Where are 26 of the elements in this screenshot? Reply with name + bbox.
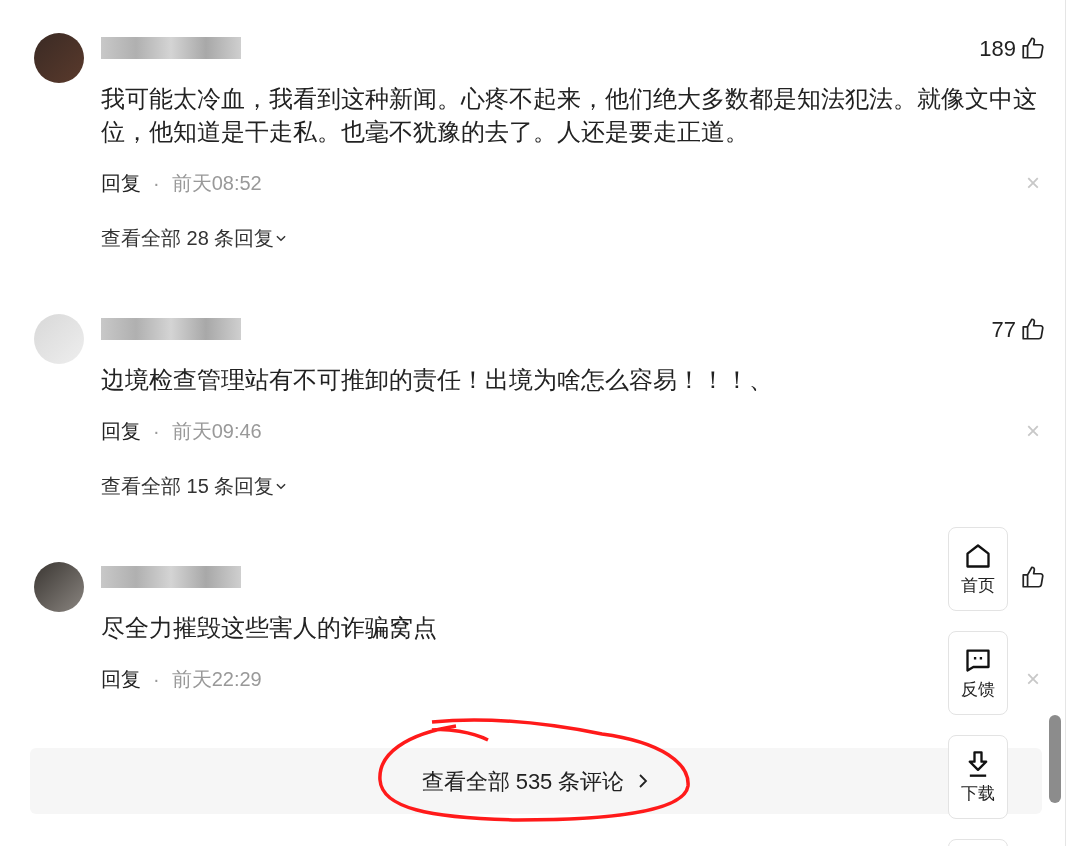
side-button[interactable]: 首页 [948,527,1008,611]
view-replies-link[interactable]: 查看全部 28 条回复 [101,223,1046,253]
view-replies-link[interactable]: 查看全部 15 条回复 [101,471,1046,501]
separator-dot: · [153,667,160,692]
thumbs-up-icon[interactable] [1020,316,1046,342]
comment-time: 前天22:29 [171,667,262,692]
comment-text: 边境检查管理站有不可推卸的责任！出境为啥怎么容易！！！、 [101,366,774,395]
thumbs-up-icon[interactable] [1020,35,1046,61]
comment-time: 前天08:52 [171,171,262,196]
side-button[interactable]: 下载 [948,735,1008,819]
avatar[interactable] [34,562,84,612]
side-button[interactable]: 反馈 [948,631,1008,715]
reply-link[interactable]: 回复 [101,416,141,446]
comment-text: 尽全力摧毁这些害人的诈骗窝点 [101,614,438,643]
thumbs-up-icon[interactable] [1020,564,1046,590]
like-count: 77 [991,315,1016,344]
reply-link[interactable]: 回复 [101,664,141,694]
separator-dot: · [153,171,160,196]
scrollbar-thumb[interactable] [1049,715,1061,803]
like-count: 189 [979,34,1016,63]
separator-dot: · [153,419,160,444]
comment-time: 前天09:46 [171,419,262,444]
comment-text: 我可能太冷血，我看到这种新闻。心疼不起来，他们绝大多数都是知法犯法。就像文中这位，他知道是干走私。也毫不犹豫的去了。人还是要走正道。 [101,85,1038,147]
reply-link[interactable]: 回复 [101,168,141,198]
avatar[interactable] [34,33,84,83]
home-icon [964,542,992,570]
